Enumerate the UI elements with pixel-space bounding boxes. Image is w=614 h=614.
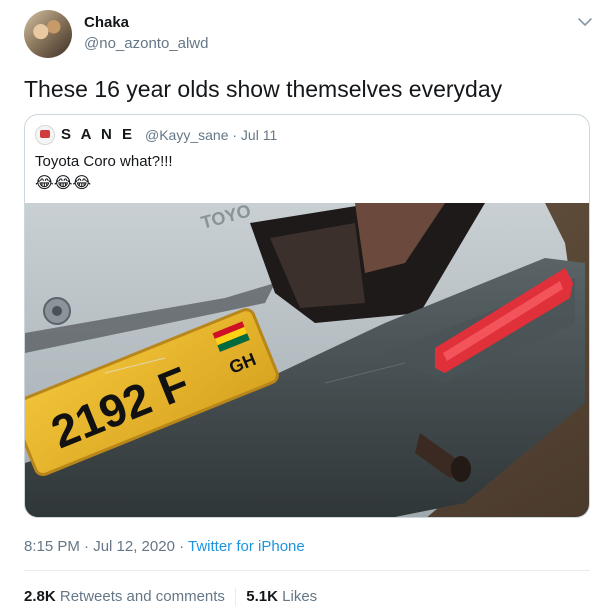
divider <box>24 570 590 571</box>
tweet-stats: 2.8K Retweets and comments 5.1K Likes <box>24 588 317 607</box>
author-handle[interactable]: @no_azonto_alwd <box>84 35 208 52</box>
tweet-timestamp[interactable]: 8:15 PM · Jul 12, 2020 <box>24 538 175 555</box>
meta-separator: · <box>174 538 188 555</box>
car-photo[interactable]: TOYO 2192 F GH <box>25 203 589 518</box>
likes-label: Likes <box>282 588 318 605</box>
chevron-down-icon[interactable] <box>575 12 595 32</box>
quoted-tweet-text: Toyota Coro what?!!! <box>35 153 173 170</box>
likes-stat[interactable]: 5.1K Likes <box>246 588 317 605</box>
likes-count: 5.1K <box>246 588 278 605</box>
tweet-meta: 8:15 PM · Jul 12, 2020 · Twitter for iPh… <box>24 538 305 555</box>
author-name[interactable]: Chaka <box>84 14 129 31</box>
author-avatar[interactable] <box>24 10 72 58</box>
tweet-text: These 16 year olds show themselves every… <box>24 76 503 102</box>
quoted-tweet[interactable]: S A N E @Kayy_sane · Jul 11 Toyota Coro … <box>24 114 590 518</box>
tweet-source-link[interactable]: Twitter for iPhone <box>188 538 305 555</box>
quoted-author-name[interactable]: S A N E <box>61 126 135 143</box>
retweets-stat[interactable]: 2.8K Retweets and comments <box>24 588 225 605</box>
quoted-author-avatar[interactable] <box>35 125 55 145</box>
tweet-card: Chaka @no_azonto_alwd These 16 year olds… <box>0 0 614 614</box>
quoted-author-handle[interactable]: @Kayy_sane · Jul 11 <box>145 127 277 143</box>
quoted-tweet-emojis: 😂😂😂 <box>35 175 92 192</box>
retweets-count: 2.8K <box>24 588 56 605</box>
retweets-label: Retweets and comments <box>59 588 225 605</box>
stats-separator <box>235 588 237 607</box>
